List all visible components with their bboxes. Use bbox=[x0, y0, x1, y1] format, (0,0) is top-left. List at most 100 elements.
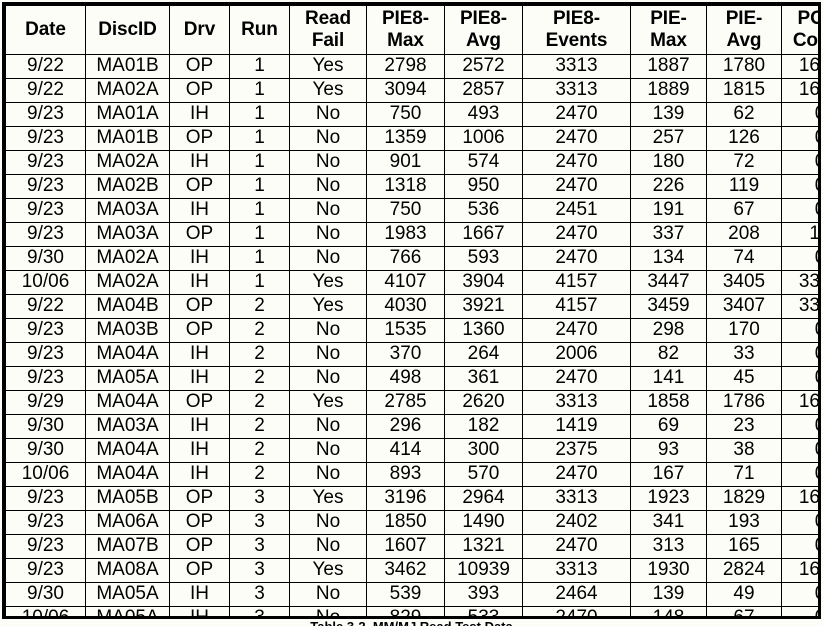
cell-pie8_events: 2470 bbox=[522, 222, 631, 247]
table-row[interactable]: 9/23MA03AOP1No19831667247033720816 bbox=[5, 222, 818, 247]
table-row[interactable]: 9/22MA04BOP2Yes403039214157345934073333 bbox=[5, 294, 818, 319]
cell-run: 3 bbox=[229, 534, 290, 559]
cell-discid: MA03A bbox=[85, 222, 170, 247]
cell-run: 2 bbox=[229, 318, 290, 343]
table-row[interactable]: 9/30MA05AIH3No5393932464139490 bbox=[5, 582, 818, 607]
table-page: Date DiscID Drv Run Read Fail PIE8- Max PIE8- Avg… bbox=[0, 0, 823, 626]
cell-pie8_avg: 533 bbox=[444, 606, 523, 616]
cell-pie_max: 1923 bbox=[630, 486, 707, 511]
table-row[interactable]: 10/06MA04AIH2No8935702470167710 bbox=[5, 462, 818, 487]
table-row[interactable]: 9/23MA07BOP3No1607132124703131650 bbox=[5, 534, 818, 559]
cell-drv: OP bbox=[169, 126, 230, 151]
column-header-line1: PIE- bbox=[725, 7, 763, 29]
table-row[interactable]: 9/29MA04AOP2Yes278526203313185817861667 bbox=[5, 390, 818, 415]
cell-pie_max: 257 bbox=[630, 126, 707, 151]
cell-drv: OP bbox=[169, 318, 230, 343]
cell-run: 2 bbox=[229, 342, 290, 367]
column-header-line2: Avg bbox=[466, 29, 501, 51]
cell-run: 2 bbox=[229, 390, 290, 415]
cell-pie_avg: 193 bbox=[706, 510, 782, 535]
table-header-row: Date DiscID Drv Run Read Fail PIE8- Max PIE8- Avg… bbox=[5, 5, 818, 55]
cell-pie8_max: 370 bbox=[366, 342, 445, 367]
cell-discid: MA02A bbox=[85, 78, 170, 103]
table-row[interactable]: 9/23MA05AIH2No4983612470141450 bbox=[5, 366, 818, 391]
cell-pie_avg: 38 bbox=[706, 438, 782, 463]
cell-pie_max: 3447 bbox=[630, 270, 707, 295]
table-row[interactable]: 9/30MA02AIH1No7665932470134740 bbox=[5, 246, 818, 271]
cell-run: 3 bbox=[229, 582, 290, 607]
column-header-pie8_events[interactable]: PIE8- Events bbox=[522, 5, 631, 55]
table-row[interactable]: 9/23MA05BOP3Yes319629643313192318291667 bbox=[5, 486, 818, 511]
column-header-run[interactable]: Run bbox=[229, 5, 290, 55]
cell-discid: MA03B bbox=[85, 318, 170, 343]
cell-pie8_events: 2470 bbox=[522, 246, 631, 271]
cell-pie_max: 93 bbox=[630, 438, 707, 463]
table-row[interactable]: 9/23MA02AIH1No9015742470180720 bbox=[5, 150, 818, 175]
table-row[interactable]: 9/30MA04AIH2No414300237593380 bbox=[5, 438, 818, 463]
column-header-pie8_max[interactable]: PIE8- Max bbox=[366, 5, 445, 55]
table-row[interactable]: 10/06MA05AIH3No8295332470148670 bbox=[5, 606, 818, 616]
cell-discid: MA02B bbox=[85, 174, 170, 199]
cell-read_fail: No bbox=[289, 606, 367, 616]
table-row[interactable]: 9/23MA03AIH1No7505362451191670 bbox=[5, 198, 818, 223]
column-header-drv[interactable]: Drv bbox=[169, 5, 230, 55]
column-header-date[interactable]: Date bbox=[5, 5, 86, 55]
cell-discid: MA01B bbox=[85, 54, 170, 79]
cell-pie8_avg: 2620 bbox=[444, 390, 523, 415]
cell-pof_count: 0 bbox=[781, 246, 818, 271]
column-header-line1: DiscID bbox=[98, 18, 157, 40]
cell-run: 1 bbox=[229, 54, 290, 79]
cell-pie8_events: 2470 bbox=[522, 366, 631, 391]
cell-pof_count: 1667 bbox=[781, 390, 818, 415]
cell-pie8_events: 2470 bbox=[522, 606, 631, 616]
cell-date: 9/23 bbox=[5, 486, 86, 511]
cell-date: 9/23 bbox=[5, 126, 86, 151]
cell-date: 9/23 bbox=[5, 198, 86, 223]
cell-read_fail: No bbox=[289, 102, 367, 127]
cell-read_fail: Yes bbox=[289, 486, 367, 511]
cell-pie8_avg: 2572 bbox=[444, 54, 523, 79]
cell-run: 2 bbox=[229, 414, 290, 439]
column-header-pie8_avg[interactable]: PIE8- Avg bbox=[444, 5, 523, 55]
table-row[interactable]: 9/22MA02AOP1Yes309428573313188918151667 bbox=[5, 78, 818, 103]
column-header-pof_count[interactable]: POF-Count bbox=[781, 5, 818, 55]
table-row[interactable]: 9/30MA03AIH2No296182141969230 bbox=[5, 414, 818, 439]
cell-pie8_max: 1318 bbox=[366, 174, 445, 199]
table-header: Date DiscID Drv Run Read Fail PIE8- Max PIE8- Avg… bbox=[5, 5, 818, 55]
cell-run: 1 bbox=[229, 198, 290, 223]
cell-pie8_avg: 1490 bbox=[444, 510, 523, 535]
cell-drv: OP bbox=[169, 294, 230, 319]
cell-drv: IH bbox=[169, 198, 230, 223]
column-header-discid[interactable]: DiscID bbox=[85, 5, 170, 55]
table-row[interactable]: 9/23MA02BOP1No131895024702261190 bbox=[5, 174, 818, 199]
cell-pof_count: 0 bbox=[781, 198, 818, 223]
cell-pie8_max: 414 bbox=[366, 438, 445, 463]
column-header-pie_avg[interactable]: PIE- Avg bbox=[706, 5, 782, 55]
cell-date: 9/22 bbox=[5, 54, 86, 79]
cell-pie_avg: 3407 bbox=[706, 294, 782, 319]
cell-discid: MA02A bbox=[85, 246, 170, 271]
cell-pie8_events: 3313 bbox=[522, 558, 631, 583]
cell-pie8_events: 2470 bbox=[522, 174, 631, 199]
cell-pie8_max: 2785 bbox=[366, 390, 445, 415]
cell-pie8_max: 750 bbox=[366, 102, 445, 127]
table-row[interactable]: 10/06MA02AIH1Yes410739044157344734053333 bbox=[5, 270, 818, 295]
column-header-pie_max[interactable]: PIE- Max bbox=[630, 5, 707, 55]
cell-pie_avg: 1815 bbox=[706, 78, 782, 103]
table-row[interactable]: 9/23MA03BOP2No1535136024702981700 bbox=[5, 318, 818, 343]
cell-drv: OP bbox=[169, 222, 230, 247]
table-row[interactable]: 9/23MA01BOP1No1359100624702571260 bbox=[5, 126, 818, 151]
cell-pie_max: 1887 bbox=[630, 54, 707, 79]
cell-pof_count: 1668 bbox=[781, 54, 818, 79]
cell-discid: MA03A bbox=[85, 414, 170, 439]
cell-pie8_avg: 2857 bbox=[444, 78, 523, 103]
column-header-read_fail[interactable]: Read Fail bbox=[289, 5, 367, 55]
cell-pie_max: 1889 bbox=[630, 78, 707, 103]
table-row[interactable]: 9/23MA01AIH1No7504932470139620 bbox=[5, 102, 818, 127]
table-row[interactable]: 9/23MA08AOP3Yes3462109393313193028241685 bbox=[5, 558, 818, 583]
cell-read_fail: No bbox=[289, 342, 367, 367]
cell-discid: MA07B bbox=[85, 534, 170, 559]
table-row[interactable]: 9/22MA01BOP1Yes279825723313188717801668 bbox=[5, 54, 818, 79]
table-row[interactable]: 9/23MA06AOP3No1850149024023411930 bbox=[5, 510, 818, 535]
table-row[interactable]: 9/23MA04AIH2No370264200682330 bbox=[5, 342, 818, 367]
